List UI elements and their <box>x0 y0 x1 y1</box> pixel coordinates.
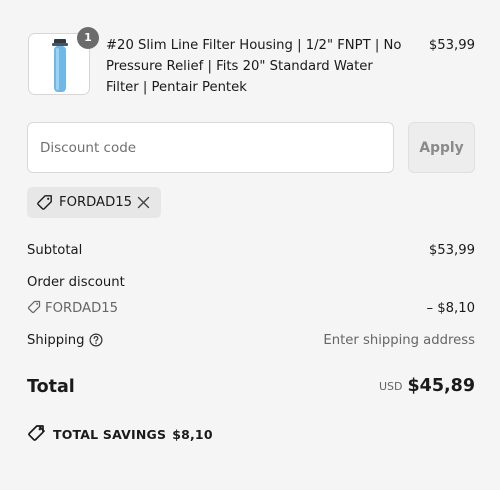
subtotal-row: Subtotal $53,99 <box>27 242 475 260</box>
savings-amount: $8,10 <box>172 427 213 442</box>
applied-discount-chip: FORDAD15 <box>27 187 161 218</box>
order-discount-row: Order discount <box>27 274 475 292</box>
grand-total: $45,89 <box>407 376 475 396</box>
shipping-value: Enter shipping address <box>323 333 475 348</box>
savings-label: TOTAL SAVINGS <box>53 427 167 442</box>
shipping-label: Shipping <box>27 333 85 348</box>
currency-code: USD <box>378 380 403 393</box>
subtotal-value: $53,99 <box>428 243 475 258</box>
discount-code-input[interactable] <box>27 122 394 173</box>
quantity-badge: 1 <box>77 27 99 49</box>
tag-icon <box>37 195 52 210</box>
cart-line-item: 1 #20 Slim Line Filter Housing | 1/2" FN… <box>28 27 475 103</box>
discount-value: – $8,10 <box>426 301 475 316</box>
subtotal-label: Subtotal <box>27 243 83 258</box>
order-discount-label: Order discount <box>27 275 125 290</box>
shipping-row: Shipping Enter shipping address <box>27 332 475 350</box>
total-amount: USD $45,89 <box>379 376 475 396</box>
product-title: #20 Slim Line Filter Housing | 1/2" FNPT… <box>106 38 402 95</box>
apply-discount-button[interactable]: Apply <box>408 122 475 173</box>
total-label: Total <box>27 377 75 397</box>
discount-code-text: FORDAD15 <box>45 301 119 316</box>
total-savings: TOTAL SAVINGS $8,10 <box>27 424 213 443</box>
close-icon[interactable] <box>137 196 150 209</box>
savings-tag-icon <box>28 425 45 441</box>
help-icon[interactable] <box>89 333 103 347</box>
tag-icon <box>27 300 41 314</box>
product-price: $53,99 <box>428 38 475 53</box>
discount-code-tag: FORDAD15 <box>27 300 118 318</box>
applied-discount-code: FORDAD15 <box>59 195 133 210</box>
